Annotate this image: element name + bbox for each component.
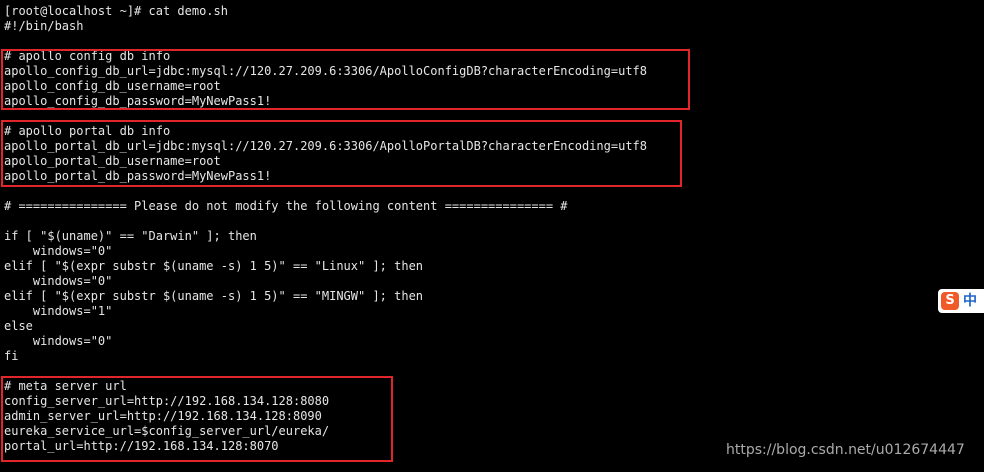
terminal-line: [root@localhost ~]# cat demo.sh <box>4 4 228 18</box>
terminal-line: windows="0" <box>4 244 113 258</box>
watermark: https://blog.csdn.net/u012674447 <box>726 442 965 458</box>
terminal-line: #!/bin/bash <box>4 19 84 33</box>
terminal-line: windows="1" <box>4 304 113 318</box>
terminal-line: if [ "$(uname)" == "Darwin" ]; then <box>4 229 257 243</box>
terminal-line: elif [ "$(expr substr $(uname -s) 1 5)" … <box>4 289 424 303</box>
terminal-line: fi <box>4 349 19 363</box>
highlight-box-portal-db <box>1 120 682 187</box>
ime-toolbar[interactable]: S 中 <box>938 289 984 313</box>
terminal-window[interactable]: [root@localhost ~]# cat demo.sh #!/bin/ba… <box>0 0 984 472</box>
terminal-line: else <box>4 319 33 333</box>
sogou-logo-icon: S <box>941 292 959 310</box>
ime-language-indicator[interactable]: 中 <box>963 293 977 309</box>
terminal-line: windows="0" <box>4 334 113 348</box>
terminal-line: windows="0" <box>4 274 113 288</box>
terminal-line: # =============== Please do not modify t… <box>4 199 568 213</box>
highlight-box-config-db <box>1 49 690 110</box>
terminal-line: elif [ "$(expr substr $(uname -s) 1 5)" … <box>4 259 424 273</box>
highlight-box-meta-server <box>1 376 393 462</box>
